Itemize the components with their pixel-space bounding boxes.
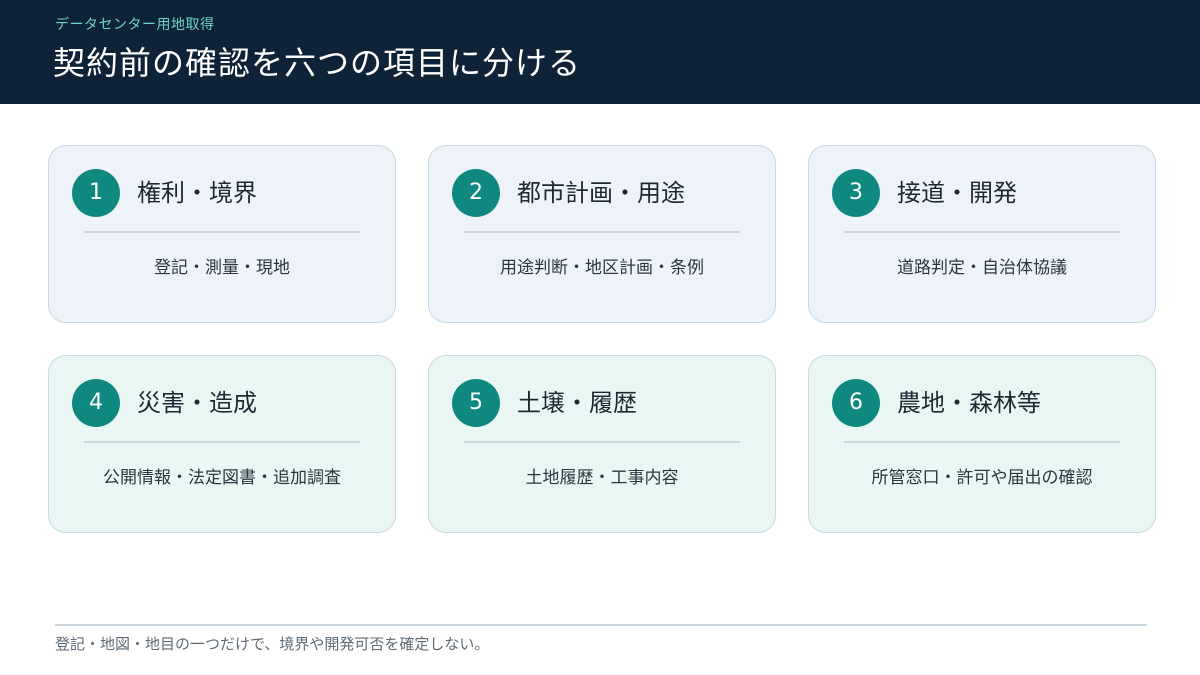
card-number-badge: 1: [72, 169, 120, 217]
card-number-badge: 6: [832, 379, 880, 427]
card-divider: [464, 441, 740, 443]
card-rights-boundary: 1 権利・境界 登記・測量・現地: [48, 145, 396, 323]
card-soil-history: 5 土壌・履歴 土地履歴・工事内容: [428, 355, 776, 533]
card-divider: [84, 441, 360, 443]
card-number-badge: 2: [452, 169, 500, 217]
card-description: 土地履歴・工事内容: [525, 468, 679, 488]
card-title: 農地・森林等: [897, 389, 1041, 417]
card-divider: [844, 231, 1120, 233]
card-title: 災害・造成: [137, 389, 257, 417]
card-title: 権利・境界: [137, 179, 257, 207]
card-number-badge: 5: [452, 379, 500, 427]
card-description: 登記・測量・現地: [154, 258, 290, 278]
card-title: 接道・開発: [897, 179, 1017, 207]
card-farmland-forest: 6 農地・森林等 所管窓口・許可や届出の確認: [808, 355, 1156, 533]
card-description: 道路判定・自治体協議: [897, 258, 1067, 278]
card-title: 土壌・履歴: [517, 389, 637, 417]
card-divider: [464, 231, 740, 233]
card-divider: [84, 231, 360, 233]
card-title: 都市計画・用途: [517, 179, 685, 207]
page-title: 契約前の確認を六つの項目に分ける: [53, 44, 582, 82]
card-urban-planning: 2 都市計画・用途 用途判断・地区計画・条例: [428, 145, 776, 323]
card-road-development: 3 接道・開発 道路判定・自治体協議: [808, 145, 1156, 323]
card-disaster-grading: 4 災害・造成 公開情報・法定図書・追加調査: [48, 355, 396, 533]
header-kicker: データセンター用地取得: [55, 17, 215, 33]
card-number-badge: 4: [72, 379, 120, 427]
card-divider: [844, 441, 1120, 443]
card-description: 所管窓口・許可や届出の確認: [871, 468, 1093, 488]
card-description: 公開情報・法定図書・追加調査: [103, 468, 341, 488]
footer-divider: [55, 624, 1147, 626]
card-number-badge: 3: [832, 169, 880, 217]
header-banner: データセンター用地取得 契約前の確認を六つの項目に分ける: [0, 0, 1200, 104]
card-description: 用途判断・地区計画・条例: [500, 258, 704, 278]
footer-note: 登記・地図・地目の一つだけで、境界や開発可否を確定しない。: [55, 635, 490, 653]
